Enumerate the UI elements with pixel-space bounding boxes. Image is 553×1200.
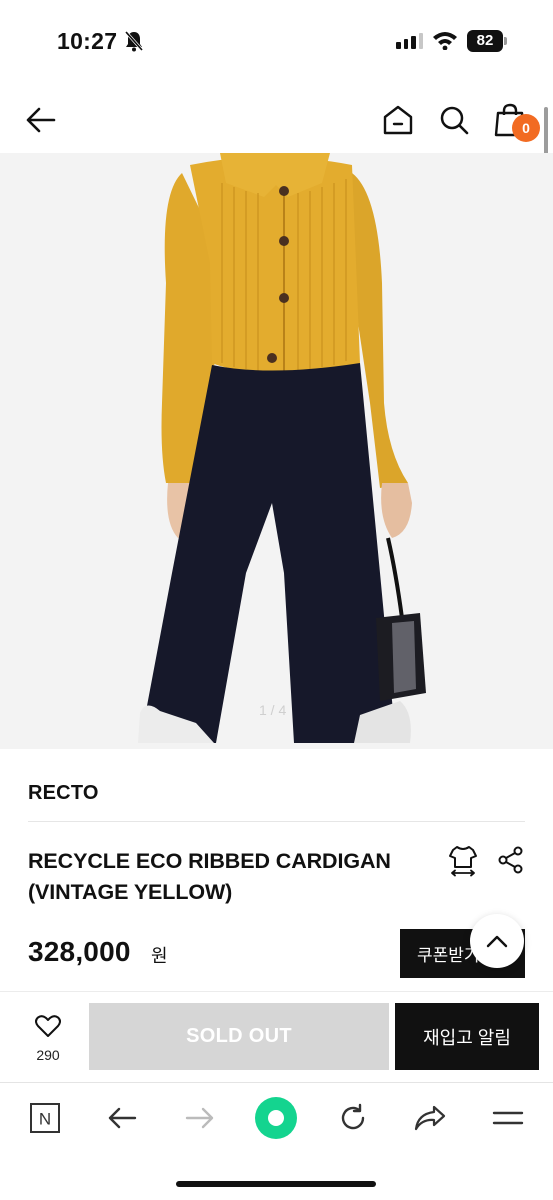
product-image-gallery[interactable] — [0, 153, 553, 749]
status-bar: 10:27 82 — [0, 0, 553, 82]
browser-menu-button[interactable] — [488, 1098, 528, 1138]
product-title: RECYCLE ECO RIBBED CARDIGAN (VINTAGE YEL… — [28, 846, 438, 908]
sold-out-button[interactable]: SOLD OUT — [89, 1003, 389, 1070]
home-icon — [383, 105, 413, 135]
green-dot-icon — [255, 1097, 297, 1139]
restock-alert-button[interactable]: 재입고 알림 — [395, 1003, 539, 1070]
product-title-line1: RECYCLE ECO RIBBED CARDIGAN — [28, 849, 391, 873]
back-arrow-icon — [108, 1107, 137, 1129]
browser-green-dot-button[interactable] — [253, 1095, 299, 1141]
divider — [28, 821, 525, 822]
naver-home-button[interactable]: N — [25, 1098, 65, 1138]
wifi-icon — [433, 32, 457, 50]
image-counter: 1 / 4 — [259, 702, 287, 718]
browser-forward-button[interactable] — [180, 1098, 220, 1138]
scroll-to-top-button[interactable] — [470, 914, 524, 968]
cellular-signal-icon — [396, 33, 423, 49]
status-time: 10:27 — [57, 28, 118, 54]
price-currency: 원 — [151, 946, 168, 966]
bell-muted-icon — [124, 31, 144, 52]
top-navigation — [0, 90, 553, 150]
naver-logo-icon: N — [30, 1103, 60, 1133]
back-arrow-icon — [26, 107, 56, 133]
menu-icon — [492, 1111, 524, 1125]
search-button[interactable] — [432, 98, 476, 142]
browser-share-button[interactable] — [410, 1098, 450, 1138]
browser-reload-button[interactable] — [333, 1098, 373, 1138]
forward-arrow-icon — [185, 1107, 214, 1129]
reload-icon — [341, 1103, 365, 1130]
back-button[interactable] — [19, 98, 63, 142]
size-guide-icon[interactable] — [446, 843, 480, 877]
cart-count-badge: 0 — [512, 114, 540, 142]
share-icon[interactable] — [496, 845, 526, 875]
product-price: 328,000 — [28, 936, 131, 967]
browser-back-button[interactable] — [102, 1098, 142, 1138]
search-icon — [440, 106, 469, 135]
battery-level: 82 — [467, 30, 503, 52]
like-count: 290 — [36, 1047, 60, 1063]
naver-logo-text: N — [39, 1110, 51, 1129]
like-button[interactable]: 290 — [20, 1014, 76, 1063]
battery-indicator: 82 — [467, 30, 507, 52]
product-photo — [0, 153, 553, 749]
brand-name[interactable]: RECTO — [28, 782, 99, 805]
home-indicator — [176, 1181, 376, 1187]
heart-icon — [35, 1015, 61, 1037]
product-title-line2: (VINTAGE YELLOW) — [28, 880, 233, 904]
home-button[interactable] — [376, 98, 420, 142]
share-arrow-icon — [414, 1105, 446, 1131]
chevron-up-icon — [486, 935, 508, 948]
